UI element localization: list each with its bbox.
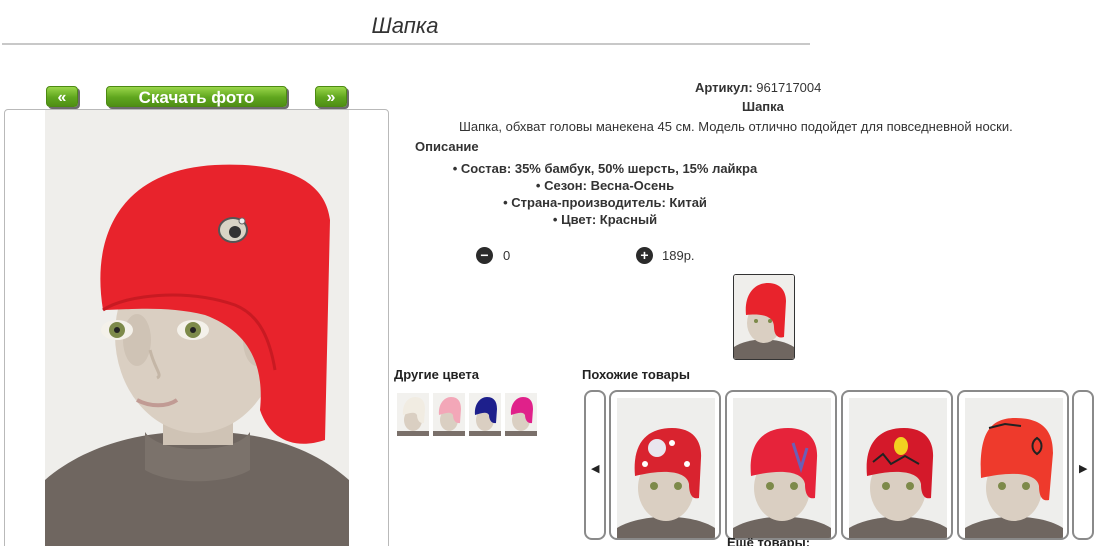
article-value: 961717004: [756, 80, 822, 95]
price-label: 189р.: [662, 248, 695, 263]
other-colors-heading: Другие цвета: [394, 367, 479, 382]
property-item: • Цвет: Красный: [552, 212, 658, 227]
product-description: Шапка, обхват головы манекена 45 см. Мод…: [459, 119, 1013, 134]
brooch-icon: [218, 217, 248, 243]
similar-product-card[interactable]: [609, 390, 721, 540]
carousel-prev-button[interactable]: ◀: [584, 390, 606, 540]
similar-product-photo: [965, 398, 1063, 538]
decrease-quantity-button[interactable]: −: [476, 247, 493, 264]
prev-photo-button[interactable]: «: [46, 86, 78, 107]
similar-product-card[interactable]: [725, 390, 837, 540]
more-products-label: Ещё товары:: [727, 535, 811, 546]
main-photo-frame: [4, 109, 389, 546]
similar-product-photo: [733, 398, 831, 538]
product-name: Шапка: [742, 99, 784, 114]
similar-product-photo: [617, 398, 715, 538]
title-divider: [2, 43, 810, 45]
similar-product-photo: [849, 398, 947, 538]
similar-product-card[interactable]: [957, 390, 1069, 540]
similar-products-heading: Похожие товары: [582, 367, 690, 382]
property-item: • Страна-производитель: Китай: [503, 195, 707, 210]
property-item: • Сезон: Весна-Осень: [535, 178, 675, 193]
property-list: • Состав: 35% бамбук, 50% шерсть, 15% ла…: [395, 160, 815, 228]
download-photo-button[interactable]: Скачать фото: [106, 86, 287, 107]
carousel-next-button[interactable]: ▶: [1072, 390, 1094, 540]
next-photo-button[interactable]: »: [315, 86, 347, 107]
main-product-photo[interactable]: [45, 110, 349, 546]
description-heading: Описание: [415, 139, 479, 154]
property-item: • Состав: 35% бамбук, 50% шерсть, 15% ла…: [452, 161, 758, 176]
article-label: Артикул:: [695, 80, 753, 95]
color-swatch-white[interactable]: [397, 393, 429, 436]
color-swatch-navy[interactable]: [469, 393, 501, 436]
increase-quantity-button[interactable]: +: [636, 247, 653, 264]
article-line: Артикул: 961717004: [695, 80, 821, 95]
similar-product-card[interactable]: [841, 390, 953, 540]
color-swatch-magenta[interactable]: [505, 393, 537, 436]
color-swatch-pink[interactable]: [433, 393, 465, 436]
skip-back-icon: ◀: [591, 463, 600, 475]
quantity-value: 0: [503, 248, 511, 263]
skip-forward-icon: ▶: [1079, 463, 1088, 475]
page-title: Шапка: [371, 13, 439, 38]
photo-thumbnail[interactable]: [733, 274, 795, 360]
